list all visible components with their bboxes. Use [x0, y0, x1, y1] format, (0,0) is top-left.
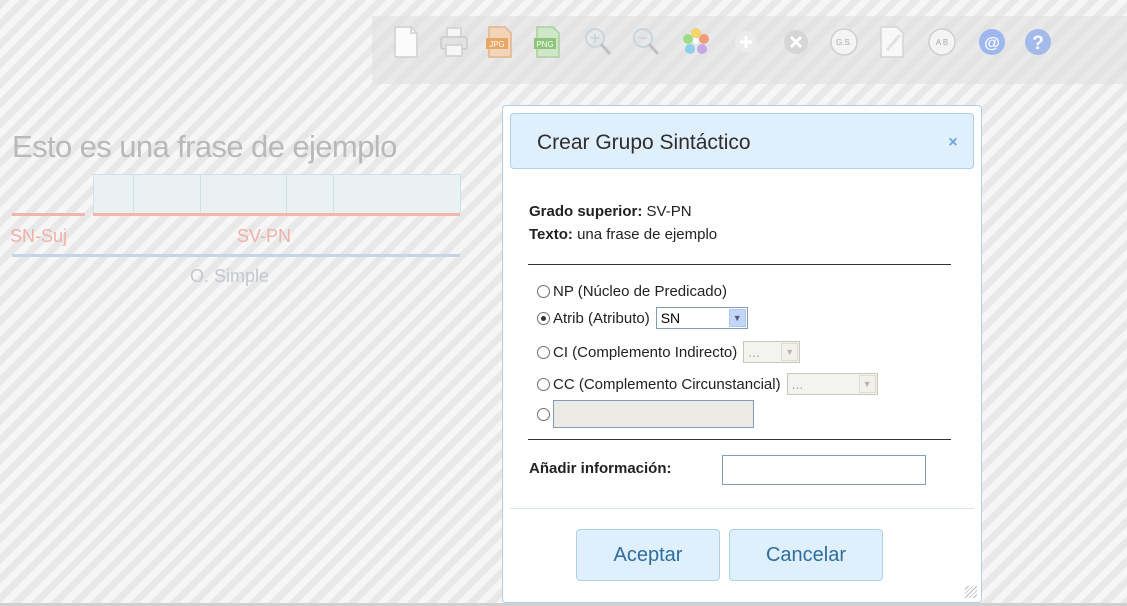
accept-button[interactable]: Aceptar	[576, 529, 720, 581]
cc-select[interactable]: ... ▼	[786, 373, 878, 395]
chevron-down-icon[interactable]: ▼	[781, 343, 799, 361]
radio-ci[interactable]	[537, 345, 550, 359]
word-cell[interactable]	[133, 174, 201, 214]
word-cells	[93, 174, 461, 214]
option-cc[interactable]: CC (Complemento Circunstancial) ... ▼	[537, 373, 878, 395]
at-label: @	[984, 35, 1000, 52]
o-simple-line	[12, 254, 460, 257]
word-cell[interactable]	[93, 174, 134, 214]
export-png-icon[interactable]: PNG	[532, 24, 564, 60]
email-icon[interactable]: @	[976, 24, 1008, 60]
grado-value: SV-PN	[646, 203, 692, 220]
atrib-select-value: SN	[660, 310, 681, 326]
zoom-in-icon[interactable]	[582, 24, 614, 60]
close-icon[interactable]: ×	[945, 135, 961, 151]
texto-label: Texto:	[529, 226, 573, 243]
option-other[interactable]	[537, 400, 754, 428]
other-text-field[interactable]	[553, 400, 754, 428]
radio-np[interactable]	[537, 285, 550, 298]
divider	[528, 439, 951, 440]
gs-label: G.S.	[836, 38, 852, 47]
grupo-sintactico-icon[interactable]: G.S.	[828, 24, 860, 60]
option-cc-label: CC (Complemento Circunstancial)	[553, 375, 781, 393]
zoom-out-icon[interactable]	[630, 24, 662, 60]
print-icon[interactable]	[438, 24, 470, 60]
help-icon[interactable]: ?	[1022, 24, 1054, 60]
radio-other[interactable]	[537, 407, 550, 421]
radio-atrib[interactable]	[537, 311, 550, 325]
jpg-label: JPG	[489, 40, 505, 49]
word-cell[interactable]	[333, 174, 461, 214]
sv-pn-line	[93, 213, 460, 216]
dialog-title: Crear Grupo Sintáctico	[537, 131, 751, 154]
delete-icon[interactable]	[780, 24, 812, 60]
help-label: ?	[1032, 33, 1044, 54]
word-cell[interactable]	[200, 174, 287, 214]
option-np[interactable]: NP (Núcleo de Predicado)	[537, 283, 727, 300]
atrib-select[interactable]: SN ▼	[655, 307, 748, 329]
option-np-label: NP (Núcleo de Predicado)	[553, 283, 727, 300]
texto: Texto: una frase de ejemplo	[529, 226, 717, 243]
ci-select[interactable]: ... ▼	[743, 341, 801, 363]
crear-grupo-dialog: Crear Grupo Sintáctico × Grado superior:…	[502, 105, 982, 603]
sn-suj-line	[12, 213, 85, 216]
node-sv-pn[interactable]: SV-PN	[237, 226, 291, 247]
node-o-simple[interactable]: O. Simple	[190, 266, 269, 287]
chevron-down-icon[interactable]: ▼	[728, 309, 746, 327]
option-atrib[interactable]: Atrib (Atributo) SN ▼	[537, 307, 748, 329]
new-document-icon[interactable]	[390, 24, 422, 60]
sentence-text: Esto es una frase de ejemplo	[12, 129, 397, 164]
cancel-button[interactable]: Cancelar	[729, 529, 883, 581]
add-info-input[interactable]	[722, 455, 926, 485]
ab-icon[interactable]: A B	[926, 24, 958, 60]
cc-select-value: ...	[791, 376, 804, 392]
color-palette-icon[interactable]	[680, 24, 712, 60]
add-icon[interactable]	[730, 24, 762, 60]
divider	[528, 264, 951, 265]
grado-superior: Grado superior: SV-PN	[529, 203, 692, 220]
option-ci-label: CI (Complemento Indirecto)	[553, 343, 738, 361]
word-cell[interactable]	[286, 174, 334, 214]
ci-select-value: ...	[748, 344, 760, 360]
toolbar: JPG PNG G.S. A B @ ?	[372, 16, 1127, 84]
texto-value: una frase de ejemplo	[577, 226, 718, 243]
node-sn-suj[interactable]: SN-Suj	[10, 226, 67, 247]
radio-cc[interactable]	[537, 377, 550, 391]
add-info-label: Añadir información:	[529, 460, 672, 477]
chevron-down-icon[interactable]: ▼	[858, 375, 876, 393]
edit-icon[interactable]	[876, 24, 908, 60]
option-ci[interactable]: CI (Complemento Indirecto) ... ▼	[537, 341, 801, 363]
png-label: PNG	[536, 40, 553, 49]
resize-handle[interactable]	[965, 586, 977, 598]
ab-label: A B	[936, 38, 948, 47]
option-atrib-label: Atrib (Atributo)	[553, 309, 650, 327]
export-jpg-icon[interactable]: JPG	[484, 24, 516, 60]
button-pane-divider	[510, 508, 974, 509]
grado-label: Grado superior:	[529, 203, 643, 220]
dialog-titlebar[interactable]: Crear Grupo Sintáctico ×	[510, 113, 974, 169]
